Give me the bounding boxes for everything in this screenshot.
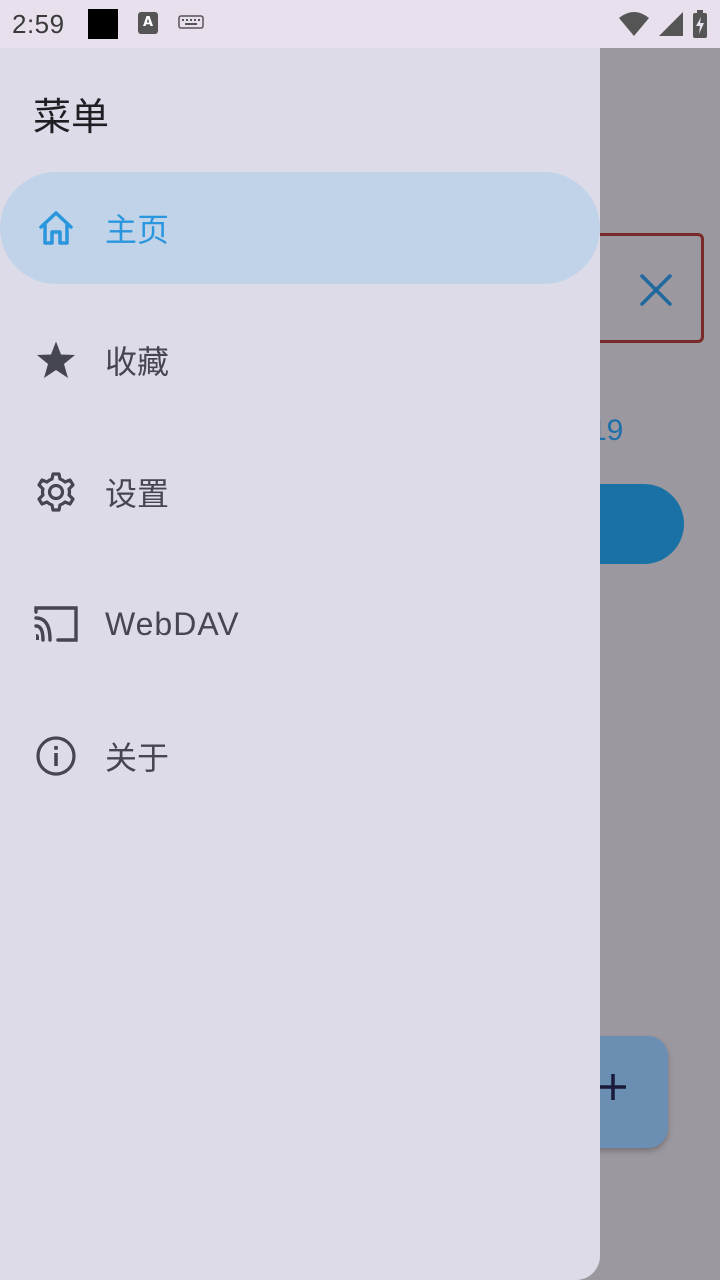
info-icon — [34, 734, 78, 778]
home-icon — [34, 206, 78, 250]
nav-item-webdav[interactable]: WebDAV — [0, 568, 600, 680]
battery-charging-icon — [693, 10, 707, 38]
nav-item-favorites[interactable]: 收藏 — [0, 304, 600, 416]
notification-black-square-icon — [88, 9, 118, 39]
text-a-icon: A — [138, 12, 158, 34]
keyboard-icon — [178, 15, 204, 29]
cast-icon — [32, 602, 80, 646]
nav-item-label: 主页 — [105, 211, 170, 249]
signal-icon — [659, 12, 683, 36]
status-bar: 2:59 A — [0, 0, 720, 48]
nav-item-about[interactable]: 关于 — [0, 700, 600, 812]
status-time: 2:59 — [12, 8, 65, 39]
nav-item-label: 设置 — [105, 475, 170, 513]
navigation-drawer: 菜单 主页 收藏 设置 WebDAV 关于 — [0, 48, 600, 1280]
nav-item-home[interactable]: 主页 — [0, 172, 600, 284]
close-icon — [640, 274, 672, 306]
nav-item-label: 收藏 — [105, 343, 170, 381]
wifi-icon — [619, 12, 649, 36]
star-icon — [34, 338, 78, 382]
nav-item-label: 关于 — [105, 739, 170, 777]
nav-item-label: WebDAV — [105, 605, 240, 642]
nav-item-settings[interactable]: 设置 — [0, 436, 600, 548]
drawer-title: 菜单 — [33, 95, 110, 139]
plus-icon — [600, 1074, 626, 1100]
gear-icon — [34, 470, 78, 514]
